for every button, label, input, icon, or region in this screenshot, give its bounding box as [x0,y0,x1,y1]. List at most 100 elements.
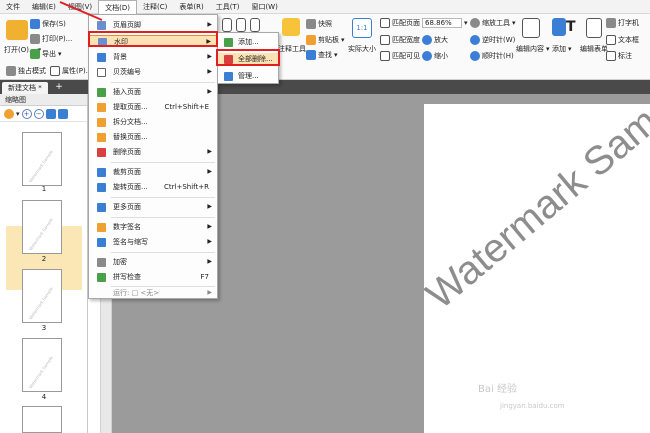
chevron-down-icon: ▾ [334,51,338,59]
edit-form-icon [586,18,602,38]
properties-icon [50,66,60,76]
menu-item-digital-signature[interactable]: 数字签名 ▶ [89,221,217,233]
menu-item-header-footer[interactable]: 页眉页脚 ▶ [89,19,217,31]
zoom-in-icon [422,35,432,45]
menu-item-sign-initials[interactable]: 签名与缩写 ▶ [89,236,217,248]
tab-new-document[interactable]: 新建文档 * [2,82,48,94]
submenu-item-remove-all[interactable]: 全部删除... [218,53,278,65]
menu-separator [111,252,215,253]
menu-item-rotate-pages[interactable]: 旋转页面... Ctrl+Shift+R [89,181,217,193]
menu-form[interactable]: 表单(R) [173,0,209,14]
chevron-right-icon: ▶ [207,53,212,60]
rotate-cw-button[interactable]: 顺时针(H) [470,51,514,61]
submenu-item-add[interactable]: 添加... [218,36,278,48]
page-number-label: 4 [41,393,47,401]
thumbnail-list-icon[interactable] [57,108,68,119]
page-thumbnail-4[interactable]: Watermark Sample [22,338,62,392]
snapshot-button[interactable]: 快照 [306,19,332,29]
zoom-in-icon[interactable]: + [21,108,32,119]
submenu-item-manage[interactable]: 管理... [218,70,278,82]
menu-item-extract-pages[interactable]: 提取页面... Ctrl+Shift+E [89,101,217,113]
menu-window[interactable]: 窗口(W) [245,0,283,14]
menu-item-more-pages[interactable]: 更多页面 ▶ [89,201,217,213]
fit-width-button[interactable]: 匹配宽度 [380,35,420,45]
menu-item-split-document[interactable]: 拆分文档... [89,116,217,128]
menu-item-label: 旋转页面... [113,183,148,191]
chevron-right-icon: ▶ [207,168,212,175]
page-thumbnail-3[interactable]: Watermark Sample [22,269,62,323]
print-button[interactable]: 打印(P)... [30,34,72,44]
menu-item-delete-pages[interactable]: 删除页面 ▶ [89,146,217,158]
site-logo: Bai 经验 [478,384,517,395]
menu-comment[interactable]: 注释(C) [137,0,173,14]
menu-tools[interactable]: 工具(T) [210,0,246,14]
snapshot-label: 快照 [318,20,332,28]
edit-content-label: 编辑内容 [516,45,544,53]
chevron-right-icon: ▶ [207,148,212,155]
menu-edit[interactable]: 编辑(E) [26,0,62,14]
chevron-down-icon[interactable]: ▾ [16,110,20,118]
gear-icon[interactable] [4,108,14,119]
page-layout-icon [250,18,260,32]
submenu-item-label: 全部删除... [238,55,273,63]
menu-item-insert-pages[interactable]: 插入页面 ▶ [89,86,217,98]
clipboard-icon [306,35,316,45]
menu-item-background[interactable]: 背景 ▶ [89,51,217,63]
export-button[interactable]: 导出 ▾ [30,49,62,59]
add-image-icon [552,18,566,36]
crop-icon [97,168,106,177]
chevron-right-icon: ▶ [207,258,212,265]
menu-item-label: 删除页面 [113,148,141,156]
clipboard-button[interactable]: 剪贴板 ▾ [306,35,345,45]
menu-item-replace-pages[interactable]: 替换页面... [89,131,217,143]
zoom-in-button[interactable]: 放大 [422,35,448,45]
properties-button[interactable]: 属性(P)... [50,66,92,76]
page-thumbnail-5[interactable] [22,406,62,433]
fit-visible-button[interactable]: 匹配可见 [380,51,420,61]
signature-icon [97,223,106,232]
actual-size-button[interactable]: 实际大小 [348,44,376,54]
document-menu: 页眉页脚 ▶ 水印 ▶ 背景 ▶ 贝茨编号 ▶ 插入页面 ▶ 提取页面... Ctrl+Sh… [88,14,218,299]
add-button[interactable]: 添加 ▾ [552,44,572,54]
edit-content-button[interactable]: 编辑内容 ▾ [516,44,550,54]
menu-item-encrypt[interactable]: 加密 ▶ [89,256,217,268]
comment-tools-button[interactable]: 注释工具 [278,44,306,54]
zoom-select[interactable]: 68.86% ▾ [422,18,468,28]
fit-page-icon [380,18,390,28]
find-button[interactable]: 查找 ▾ [306,50,338,60]
zoom-out-icon[interactable]: − [33,108,44,119]
page-thumbnail-1[interactable]: Watermark Sample [22,132,62,186]
menu-item-crop-pages[interactable]: 裁剪页面 ▶ [89,166,217,178]
comment-icon [282,18,300,36]
menu-item-bates-numbering[interactable]: 贝茨编号 ▶ [89,66,217,78]
zoom-tool-button[interactable]: 缩放工具 ▾ [470,18,516,28]
zoom-out-button[interactable]: 缩小 [422,51,448,61]
document-page: Watermark Sam [424,104,650,433]
rotate-ccw-button[interactable]: 逆时针(W) [470,35,515,45]
single-mode-label: 独占模式 [18,67,46,75]
add-icon [224,38,233,47]
textbox-button[interactable]: 文本框 [606,35,639,45]
menu-item-label: 贝茨编号 [113,68,141,76]
single-mode-button[interactable]: 独占模式 [6,66,46,76]
typewriter-button[interactable]: 打字机 [606,18,639,28]
export-icon [30,49,40,59]
menu-item-watermark[interactable]: 水印 ▶ [89,35,217,47]
page-thumbnail-2[interactable]: Watermark Sample [22,200,62,254]
find-label: 查找 [318,51,332,59]
new-tab-plus-icon[interactable]: + [54,82,64,92]
edit-form-button[interactable]: 编辑表单 [580,44,608,54]
extract-page-icon [97,103,106,112]
menu-item-run[interactable]: 运行: □ <无> ▶ [89,287,217,299]
rotate-cw-label: 顺时针(H) [482,52,514,60]
menu-file[interactable]: 文件 [0,0,26,14]
menu-item-label: 运行: □ <无> [113,289,160,297]
menu-item-label: 裁剪页面 [113,168,141,176]
thumbnail-view-icon[interactable] [45,108,56,119]
fit-page-button[interactable]: 匹配页面 [380,18,420,28]
annotation-button[interactable]: 标注 [606,51,632,61]
fit-page-label: 匹配页面 [392,19,420,27]
thumbnail-watermark: Watermark Sample [27,217,54,252]
menu-item-spell-check[interactable]: 拼写检查 F7 [89,271,217,283]
binoculars-icon [306,50,316,60]
